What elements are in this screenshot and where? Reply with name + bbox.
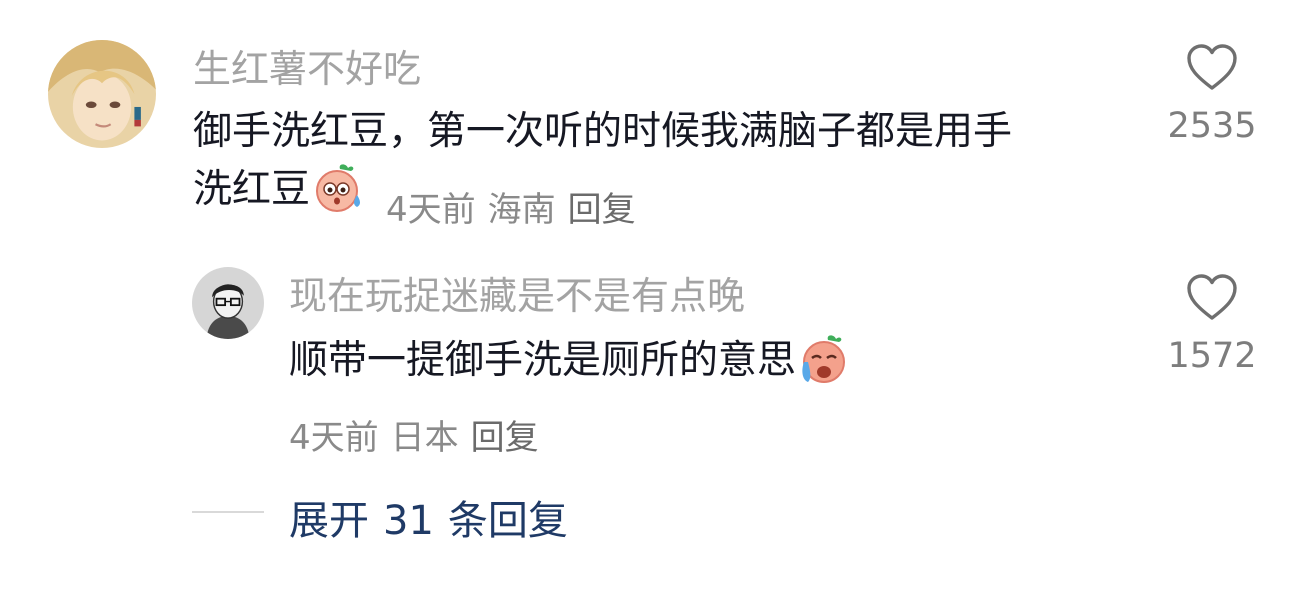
comment-text-line2: 洗红豆 — [193, 167, 311, 212]
reply-like[interactable]: 1572 — [1160, 274, 1264, 376]
avatar-image — [48, 40, 156, 148]
expand-suffix: 条回复 — [447, 498, 568, 544]
reply-meta: 4天前 日本 回复 — [289, 410, 551, 459]
comment-location: 海南 — [487, 190, 556, 230]
comment-reply-button[interactable]: 回复 — [568, 190, 636, 230]
comment-meta: 4天前 海南 回复 — [386, 182, 648, 231]
reply-text-row: 顺带一提御手洗是厕所的意思 — [289, 332, 850, 390]
reply-username[interactable]: 现在玩捉迷藏是不是有点晚 — [289, 273, 745, 319]
comment-text: 御手洗红豆，第一次听的时候我满脑子都是用手 洗红豆 — [193, 103, 1153, 219]
reply-location: 日本 — [390, 418, 459, 458]
comment-username[interactable]: 生红薯不好吃 — [193, 46, 421, 92]
sweating-face-emoji — [310, 161, 364, 215]
comment-text-line1: 御手洗红豆，第一次听的时候我满脑子都是用手 — [193, 109, 1013, 154]
comment-time: 4天前 — [386, 190, 476, 230]
comment-like[interactable]: 2535 — [1160, 44, 1264, 146]
comment-like-count: 2535 — [1167, 106, 1257, 146]
reply-text: 顺带一提御手洗是厕所的意思 — [289, 338, 797, 383]
expand-divider — [192, 511, 264, 513]
reply-reply-button[interactable]: 回复 — [471, 418, 539, 458]
reply-avatar-image — [192, 267, 264, 339]
reply-like-count: 1572 — [1167, 336, 1257, 376]
expand-prefix: 展开 — [289, 498, 369, 544]
expand-replies-button[interactable]: 展开 31 条回复 — [289, 488, 568, 546]
expand-count: 31 — [383, 498, 434, 544]
reply-avatar[interactable] — [192, 267, 264, 339]
avatar[interactable] — [48, 40, 156, 148]
heart-icon[interactable] — [1186, 44, 1238, 92]
reply-time: 4天前 — [289, 418, 379, 458]
heart-icon[interactable] — [1186, 274, 1238, 322]
crying-laughing-face-emoji — [796, 332, 850, 386]
